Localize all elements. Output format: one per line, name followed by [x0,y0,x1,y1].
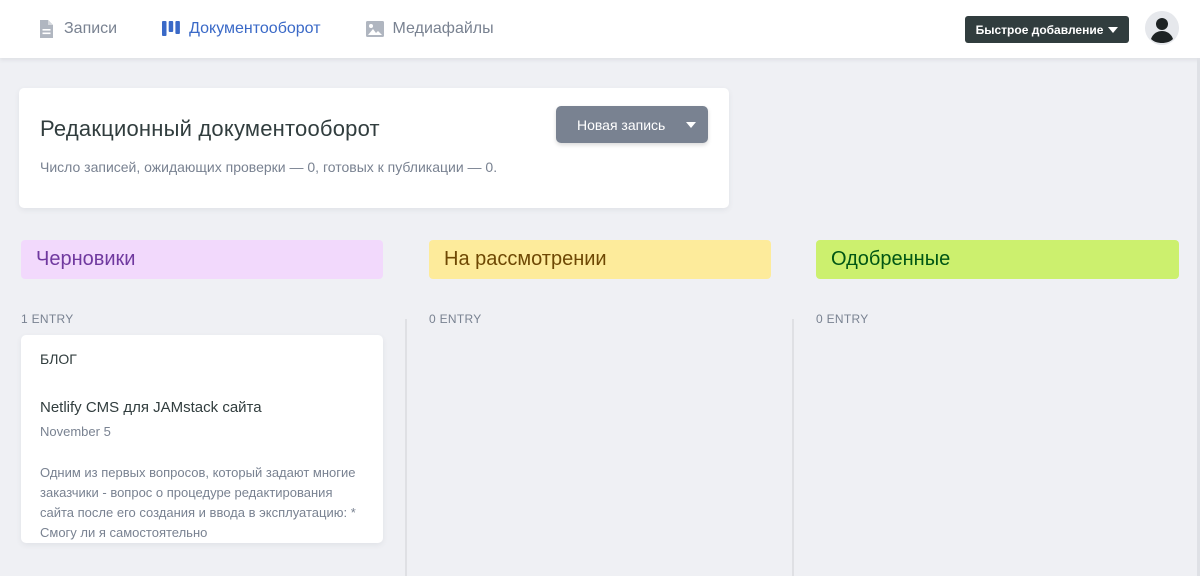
entry-date: November 5 [40,424,111,439]
column-title: Одобренные [831,248,951,270]
nav-item-workflow[interactable]: Документооборот [161,0,321,58]
workflow-summary: Число записей, ожидающих проверки — 0, г… [40,159,498,175]
nav-label: Документооборот [189,20,321,37]
column-header-review: На рассмотрении [429,240,771,279]
document-icon [36,19,56,39]
entry-collection: БЛОГ [40,351,77,367]
nav-label: Медиафайлы [392,20,494,37]
top-navigation: Записи Документооборот Медиафайлы Быстро… [0,0,1200,58]
workflow-header-card: Редакционный документооборот Число запис… [19,88,729,208]
nav-item-entries[interactable]: Записи [36,0,117,58]
workflow-icon [161,19,181,39]
caret-down-icon [1108,26,1119,33]
entry-card[interactable]: БЛОГ Netlify CMS для JAMstack сайта Nove… [21,335,383,543]
column-title: На рассмотрении [444,248,607,270]
column-header-drafts: Черновики [21,240,383,279]
media-icon [365,19,385,39]
entry-count-review: 0 ENTRY [429,312,482,326]
new-entry-button[interactable]: Новая запись [556,106,708,143]
column-divider [405,319,407,576]
new-entry-label: Новая запись [577,116,666,133]
caret-down-icon [686,122,696,128]
column-title: Черновики [36,248,136,270]
quick-add-button[interactable]: Быстрое добавление [965,16,1129,43]
entry-count-drafts: 1 ENTRY [21,312,74,326]
user-avatar[interactable] [1145,11,1179,45]
nav-item-media[interactable]: Медиафайлы [365,0,494,58]
entry-title: Netlify CMS для JAMstack сайта [40,399,262,416]
quick-add-label: Быстрое добавление [975,22,1104,37]
entry-count-approved: 0 ENTRY [816,312,869,326]
nav-label: Записи [64,20,118,37]
column-header-approved: Одобренные [816,240,1179,279]
user-icon [1145,11,1179,45]
entry-excerpt: Одним из первых вопросов, который задают… [40,465,356,540]
column-divider [792,319,794,576]
